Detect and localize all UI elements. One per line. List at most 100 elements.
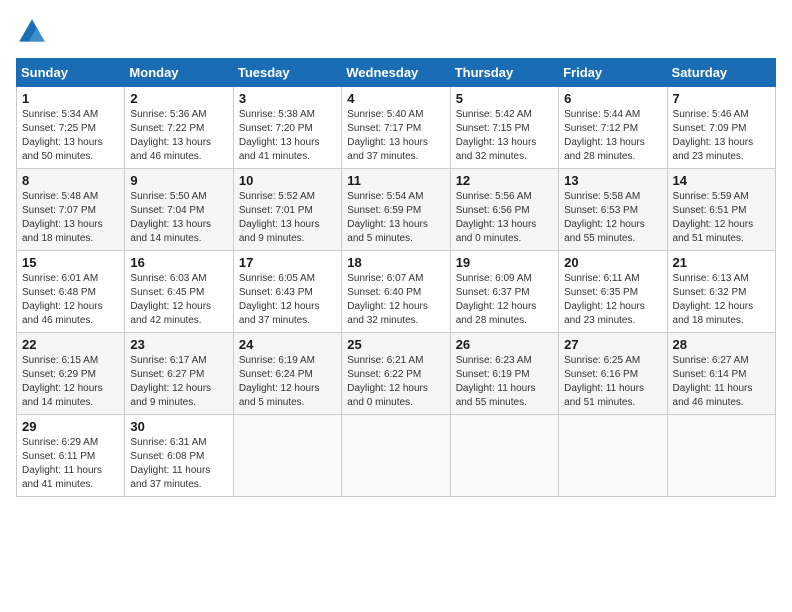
day-number: 27 xyxy=(564,337,661,352)
day-number: 14 xyxy=(673,173,770,188)
calendar-cell: 6Sunrise: 5:44 AM Sunset: 7:12 PM Daylig… xyxy=(559,87,667,169)
calendar-cell: 22 Sunrise: 6:15 AM Sunset: 6:29 PM Dayli… xyxy=(17,333,125,415)
day-number: 5 xyxy=(456,91,553,106)
day-number: 23 xyxy=(130,337,227,352)
day-number: 9 xyxy=(130,173,227,188)
calendar-cell xyxy=(342,415,450,497)
day-info: Sunrise: 5:36 AM Sunset: 7:22 PM Dayligh… xyxy=(130,108,227,164)
day-number: 30 xyxy=(130,419,227,434)
calendar-cell xyxy=(667,415,775,497)
day-number: 8 xyxy=(22,173,119,188)
calendar-cell: 25 Sunrise: 6:21 AM Sunset: 6:22 PM Dayli… xyxy=(342,333,450,415)
day-info: Sunrise: 6:03 AM Sunset: 6:45 PM Dayligh… xyxy=(130,272,227,328)
day-number: 25 xyxy=(347,337,444,352)
calendar-cell: 14 Sunrise: 5:59 AM Sunset: 6:51 PM Dayli… xyxy=(667,169,775,251)
calendar-cell: 27 Sunrise: 6:25 AM Sunset: 6:16 PM Dayli… xyxy=(559,333,667,415)
day-info: Sunrise: 6:09 AM Sunset: 6:37 PM Dayligh… xyxy=(456,272,553,328)
calendar-cell: 29 Sunrise: 6:29 AM Sunset: 6:11 PM Dayli… xyxy=(17,415,125,497)
day-number: 28 xyxy=(673,337,770,352)
calendar-cell: 16 Sunrise: 6:03 AM Sunset: 6:45 PM Dayli… xyxy=(125,251,233,333)
day-number: 29 xyxy=(22,419,119,434)
day-info: Sunrise: 6:05 AM Sunset: 6:43 PM Dayligh… xyxy=(239,272,336,328)
calendar-cell: 21Sunrise: 6:13 AM Sunset: 6:32 PM Dayli… xyxy=(667,251,775,333)
calendar-cell: 7 Sunrise: 5:46 AM Sunset: 7:09 PM Daylig… xyxy=(667,87,775,169)
calendar-week-row: 15 Sunrise: 6:01 AM Sunset: 6:48 PM Dayli… xyxy=(17,251,776,333)
day-info: Sunrise: 5:50 AM Sunset: 7:04 PM Dayligh… xyxy=(130,190,227,246)
calendar-cell: 17Sunrise: 6:05 AM Sunset: 6:43 PM Dayli… xyxy=(233,251,341,333)
calendar-cell: 23Sunrise: 6:17 AM Sunset: 6:27 PM Dayli… xyxy=(125,333,233,415)
calendar-cell: 11 Sunrise: 5:54 AM Sunset: 6:59 PM Dayli… xyxy=(342,169,450,251)
calendar-week-row: 8Sunrise: 5:48 AM Sunset: 7:07 PM Daylig… xyxy=(17,169,776,251)
day-info: Sunrise: 6:19 AM Sunset: 6:24 PM Dayligh… xyxy=(239,354,336,410)
day-info: Sunrise: 5:56 AM Sunset: 6:56 PM Dayligh… xyxy=(456,190,553,246)
calendar-cell: 5 Sunrise: 5:42 AM Sunset: 7:15 PM Daylig… xyxy=(450,87,558,169)
calendar-cell: 15 Sunrise: 6:01 AM Sunset: 6:48 PM Dayli… xyxy=(17,251,125,333)
day-info: Sunrise: 6:23 AM Sunset: 6:19 PM Dayligh… xyxy=(456,354,553,410)
page-header xyxy=(16,16,776,48)
day-number: 2 xyxy=(130,91,227,106)
calendar-cell: 18 Sunrise: 6:07 AM Sunset: 6:40 PM Dayli… xyxy=(342,251,450,333)
calendar-cell xyxy=(450,415,558,497)
day-info: Sunrise: 5:34 AM Sunset: 7:25 PM Dayligh… xyxy=(22,108,119,164)
day-info: Sunrise: 5:59 AM Sunset: 6:51 PM Dayligh… xyxy=(673,190,770,246)
day-info: Sunrise: 6:21 AM Sunset: 6:22 PM Dayligh… xyxy=(347,354,444,410)
day-info: Sunrise: 6:29 AM Sunset: 6:11 PM Dayligh… xyxy=(22,436,119,492)
day-number: 21 xyxy=(673,255,770,270)
calendar-cell: 26Sunrise: 6:23 AM Sunset: 6:19 PM Dayli… xyxy=(450,333,558,415)
day-of-week-header: Friday xyxy=(559,59,667,87)
day-of-week-header: Saturday xyxy=(667,59,775,87)
day-number: 16 xyxy=(130,255,227,270)
calendar-cell: 20 Sunrise: 6:11 AM Sunset: 6:35 PM Dayli… xyxy=(559,251,667,333)
day-info: Sunrise: 6:31 AM Sunset: 6:08 PM Dayligh… xyxy=(130,436,227,492)
calendar-week-row: 22 Sunrise: 6:15 AM Sunset: 6:29 PM Dayli… xyxy=(17,333,776,415)
day-number: 1 xyxy=(22,91,119,106)
calendar-week-row: 1 Sunrise: 5:34 AM Sunset: 7:25 PM Daylig… xyxy=(17,87,776,169)
logo xyxy=(16,16,54,48)
calendar-week-row: 29 Sunrise: 6:29 AM Sunset: 6:11 PM Dayli… xyxy=(17,415,776,497)
day-info: Sunrise: 6:25 AM Sunset: 6:16 PM Dayligh… xyxy=(564,354,661,410)
calendar-cell: 3 Sunrise: 5:38 AM Sunset: 7:20 PM Daylig… xyxy=(233,87,341,169)
day-number: 22 xyxy=(22,337,119,352)
calendar-cell: 9 Sunrise: 5:50 AM Sunset: 7:04 PM Daylig… xyxy=(125,169,233,251)
calendar-cell: 12 Sunrise: 5:56 AM Sunset: 6:56 PM Dayli… xyxy=(450,169,558,251)
day-info: Sunrise: 5:52 AM Sunset: 7:01 PM Dayligh… xyxy=(239,190,336,246)
day-of-week-header: Tuesday xyxy=(233,59,341,87)
day-number: 12 xyxy=(456,173,553,188)
day-info: Sunrise: 5:58 AM Sunset: 6:53 PM Dayligh… xyxy=(564,190,661,246)
day-number: 11 xyxy=(347,173,444,188)
day-info: Sunrise: 5:40 AM Sunset: 7:17 PM Dayligh… xyxy=(347,108,444,164)
day-number: 4 xyxy=(347,91,444,106)
day-number: 13 xyxy=(564,173,661,188)
day-number: 20 xyxy=(564,255,661,270)
days-of-week-row: SundayMondayTuesdayWednesdayThursdayFrid… xyxy=(17,59,776,87)
calendar-body: 1 Sunrise: 5:34 AM Sunset: 7:25 PM Daylig… xyxy=(17,87,776,497)
calendar-cell xyxy=(559,415,667,497)
day-number: 10 xyxy=(239,173,336,188)
day-info: Sunrise: 5:42 AM Sunset: 7:15 PM Dayligh… xyxy=(456,108,553,164)
day-number: 18 xyxy=(347,255,444,270)
day-number: 3 xyxy=(239,91,336,106)
day-info: Sunrise: 6:27 AM Sunset: 6:14 PM Dayligh… xyxy=(673,354,770,410)
calendar-cell: 28 Sunrise: 6:27 AM Sunset: 6:14 PM Dayli… xyxy=(667,333,775,415)
calendar-table: SundayMondayTuesdayWednesdayThursdayFrid… xyxy=(16,58,776,497)
day-of-week-header: Sunday xyxy=(17,59,125,87)
calendar-cell: 13 Sunrise: 5:58 AM Sunset: 6:53 PM Dayli… xyxy=(559,169,667,251)
day-number: 24 xyxy=(239,337,336,352)
calendar-cell: 2 Sunrise: 5:36 AM Sunset: 7:22 PM Daylig… xyxy=(125,87,233,169)
calendar-header: SundayMondayTuesdayWednesdayThursdayFrid… xyxy=(17,59,776,87)
logo-icon xyxy=(16,16,48,48)
calendar-cell: 24 Sunrise: 6:19 AM Sunset: 6:24 PM Dayli… xyxy=(233,333,341,415)
day-number: 15 xyxy=(22,255,119,270)
day-info: Sunrise: 5:54 AM Sunset: 6:59 PM Dayligh… xyxy=(347,190,444,246)
day-of-week-header: Thursday xyxy=(450,59,558,87)
day-of-week-header: Monday xyxy=(125,59,233,87)
day-info: Sunrise: 6:01 AM Sunset: 6:48 PM Dayligh… xyxy=(22,272,119,328)
day-info: Sunrise: 5:38 AM Sunset: 7:20 PM Dayligh… xyxy=(239,108,336,164)
day-info: Sunrise: 5:46 AM Sunset: 7:09 PM Dayligh… xyxy=(673,108,770,164)
day-number: 7 xyxy=(673,91,770,106)
day-info: Sunrise: 6:11 AM Sunset: 6:35 PM Dayligh… xyxy=(564,272,661,328)
day-info: Sunrise: 6:15 AM Sunset: 6:29 PM Dayligh… xyxy=(22,354,119,410)
calendar-cell: 10 Sunrise: 5:52 AM Sunset: 7:01 PM Dayli… xyxy=(233,169,341,251)
day-info: Sunrise: 6:07 AM Sunset: 6:40 PM Dayligh… xyxy=(347,272,444,328)
day-number: 6 xyxy=(564,91,661,106)
